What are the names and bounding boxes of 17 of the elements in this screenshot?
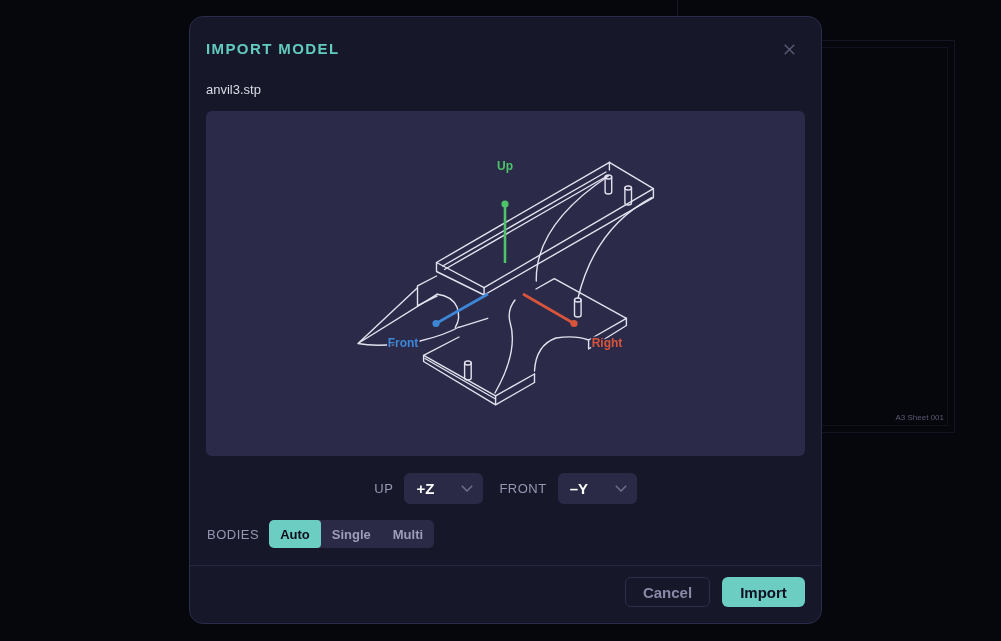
segment-tab[interactable]: Multi: [381, 520, 435, 548]
segment-tab[interactable]: Single: [320, 520, 382, 548]
axis-select[interactable]: –Y: [557, 473, 637, 504]
chevron-icon: [461, 485, 474, 492]
dialog-title: IMPORT MODEL: [206, 39, 340, 59]
field-label: UP: [374, 481, 394, 496]
import-button[interactable]: Import: [722, 577, 805, 607]
sheet-label: A3 Sheet 001: [895, 413, 944, 423]
segment-tab[interactable]: Auto: [269, 520, 321, 548]
field-label: FRONT: [499, 481, 547, 496]
cancel-button[interactable]: Cancel: [625, 577, 710, 607]
axis-select[interactable]: +Z: [404, 473, 484, 504]
close-icon[interactable]: [784, 43, 795, 55]
field-label: BODIES: [207, 526, 260, 542]
chevron-icon: [614, 485, 627, 492]
file-name: anvil3.stp: [206, 81, 261, 99]
axis-label: Up: [497, 159, 513, 173]
